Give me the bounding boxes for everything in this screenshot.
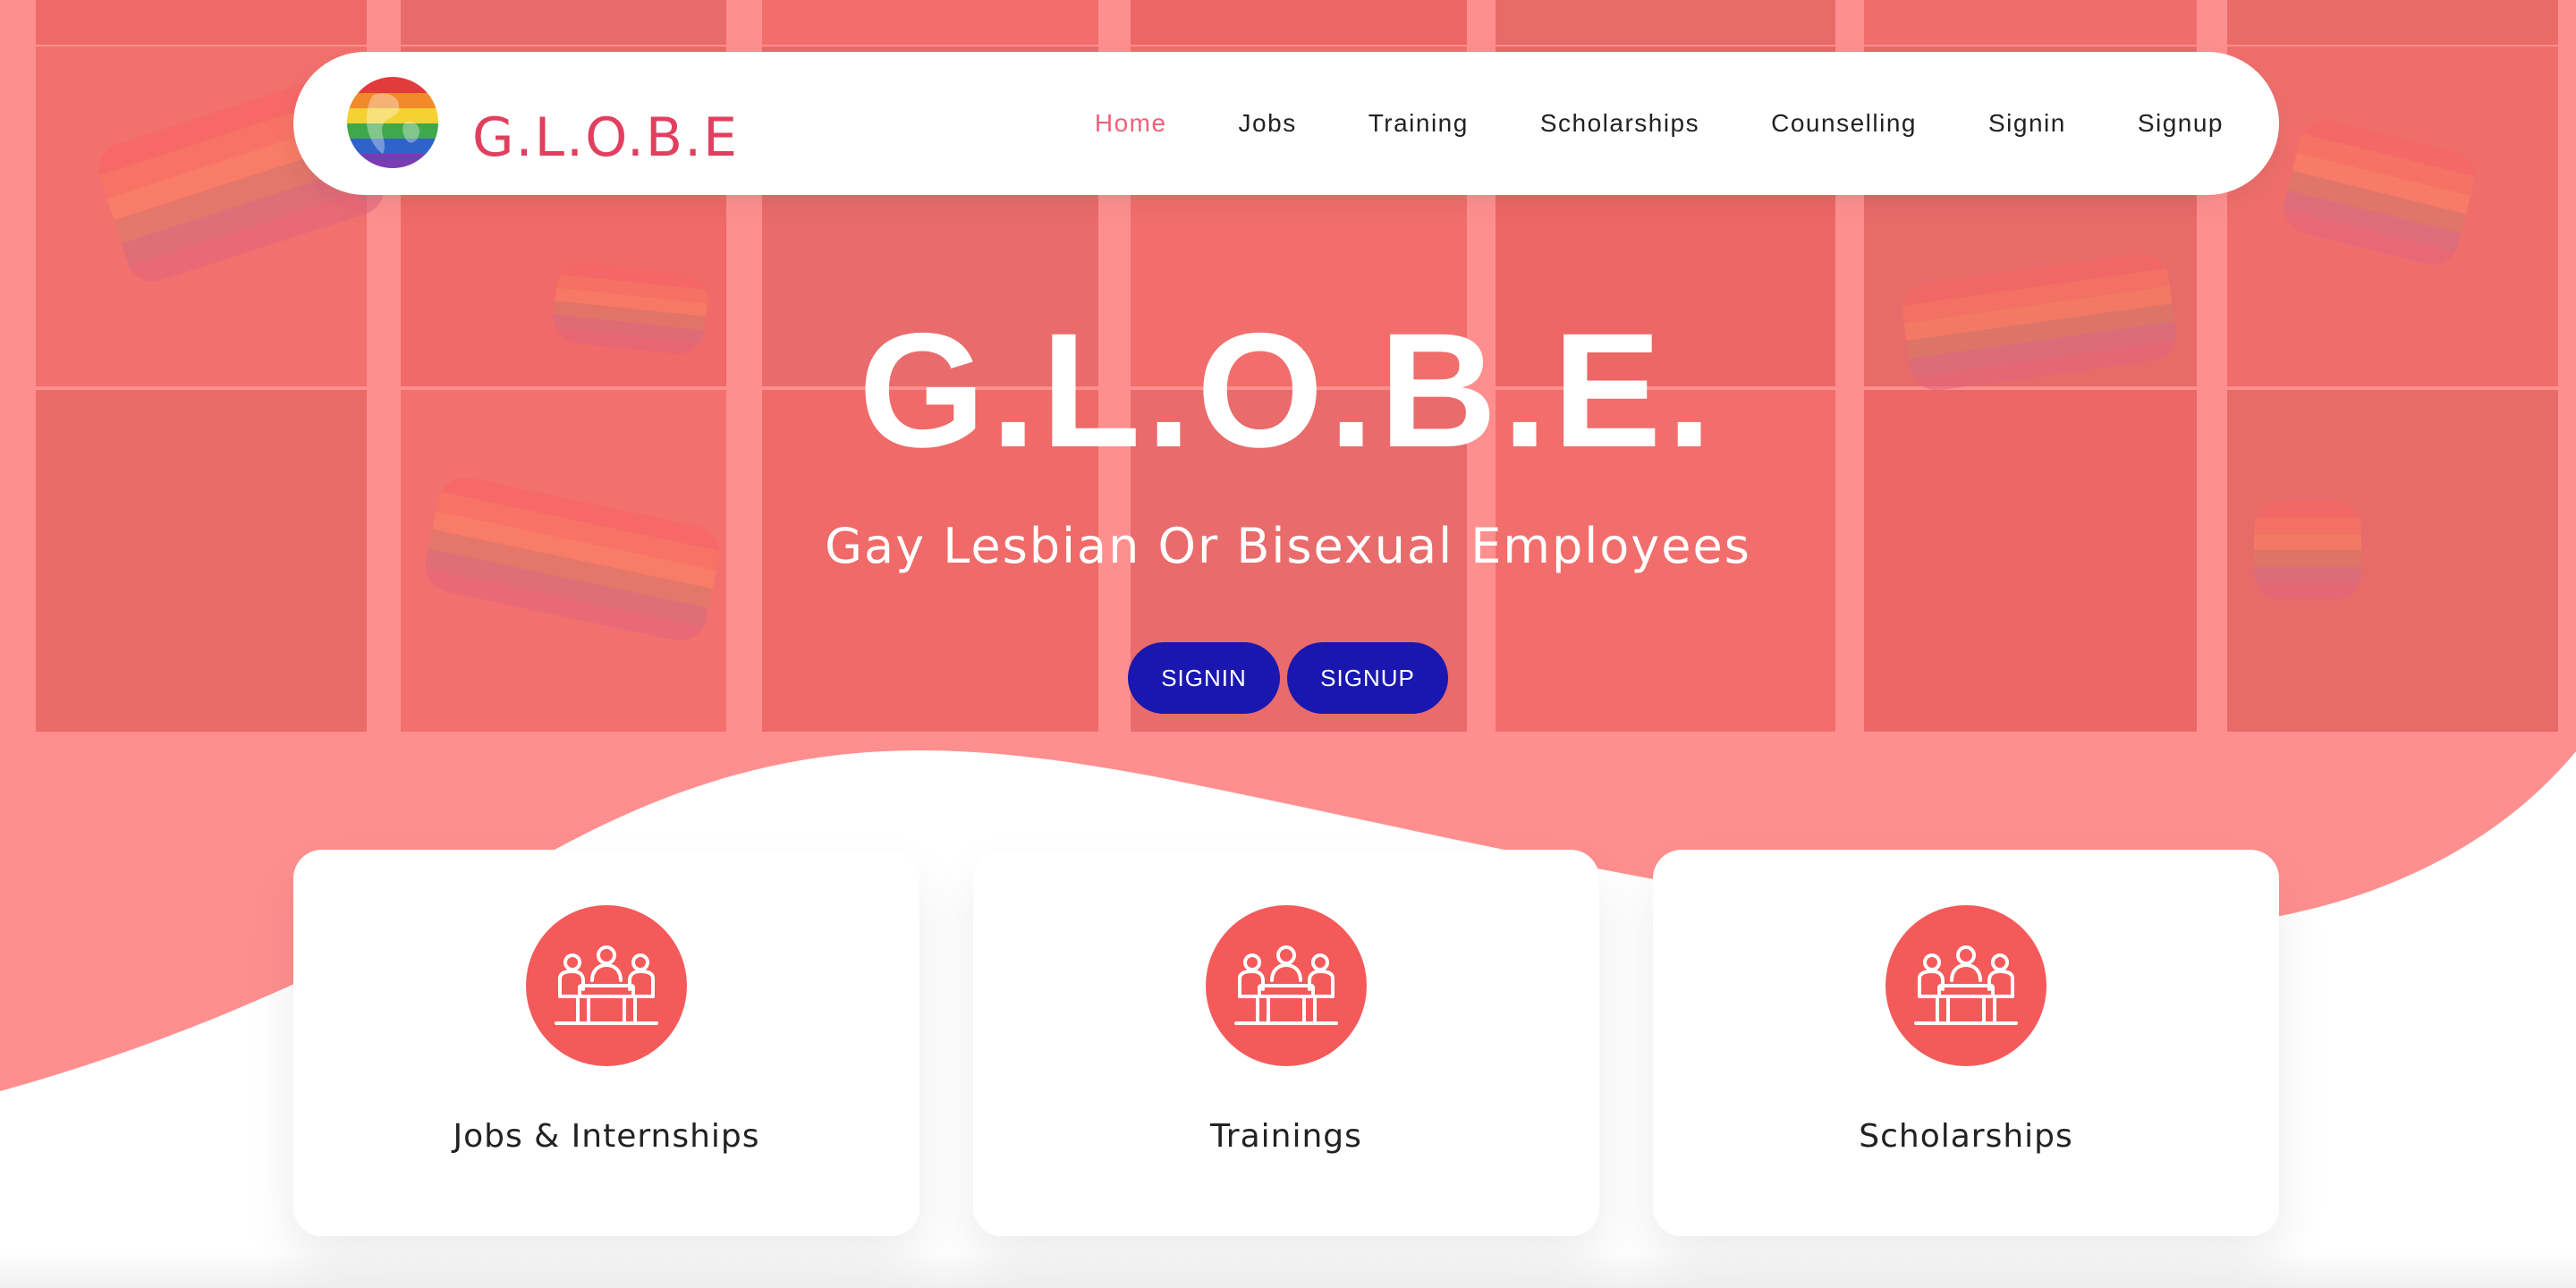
feature-card-title: Jobs & Internships — [453, 1118, 760, 1155]
rainbow-globe-icon[interactable] — [347, 77, 438, 168]
meeting-table-icon — [526, 905, 687, 1066]
hero-buttons: SIGNIN SIGNUP — [0, 642, 2576, 714]
meeting-table-icon — [1885, 905, 2046, 1066]
feature-card-title: Trainings — [1210, 1118, 1362, 1155]
nav-link-training[interactable]: Training — [1368, 109, 1469, 138]
hero-title: G.L.O.B.E. — [859, 299, 1717, 481]
signin-button[interactable]: SIGNIN — [1128, 642, 1280, 714]
feature-card-scholarships[interactable]: Scholarships — [1653, 850, 2279, 1236]
nav-links: Home Jobs Training Scholarships Counselling S… — [1095, 52, 2224, 195]
nav-link-signup[interactable]: Signup — [2138, 109, 2224, 138]
nav-link-scholarships[interactable]: Scholarships — [1540, 109, 1699, 138]
hero-subtitle: Gay Lesbian Or Bisexual Employees — [825, 518, 1751, 574]
feature-cards: Jobs & Internships Trainings Scholarships — [293, 850, 2279, 1236]
bottom-shade — [0, 1252, 2576, 1288]
signup-button[interactable]: SIGNUP — [1287, 642, 1448, 714]
feature-card-jobs-internships[interactable]: Jobs & Internships — [293, 850, 919, 1236]
nav-link-jobs[interactable]: Jobs — [1239, 109, 1297, 138]
nav-link-home[interactable]: Home — [1095, 109, 1167, 138]
brand-name[interactable]: G.L.O.B.E — [472, 106, 739, 169]
navbar: G.L.O.B.E Home Jobs Training Scholarships Co… — [293, 52, 2279, 195]
feature-card-title: Scholarships — [1859, 1118, 2073, 1155]
nav-link-counselling[interactable]: Counselling — [1771, 109, 1917, 138]
nav-link-signin[interactable]: Signin — [1988, 109, 2066, 138]
feature-card-trainings[interactable]: Trainings — [973, 850, 1599, 1236]
meeting-table-icon — [1206, 905, 1367, 1066]
